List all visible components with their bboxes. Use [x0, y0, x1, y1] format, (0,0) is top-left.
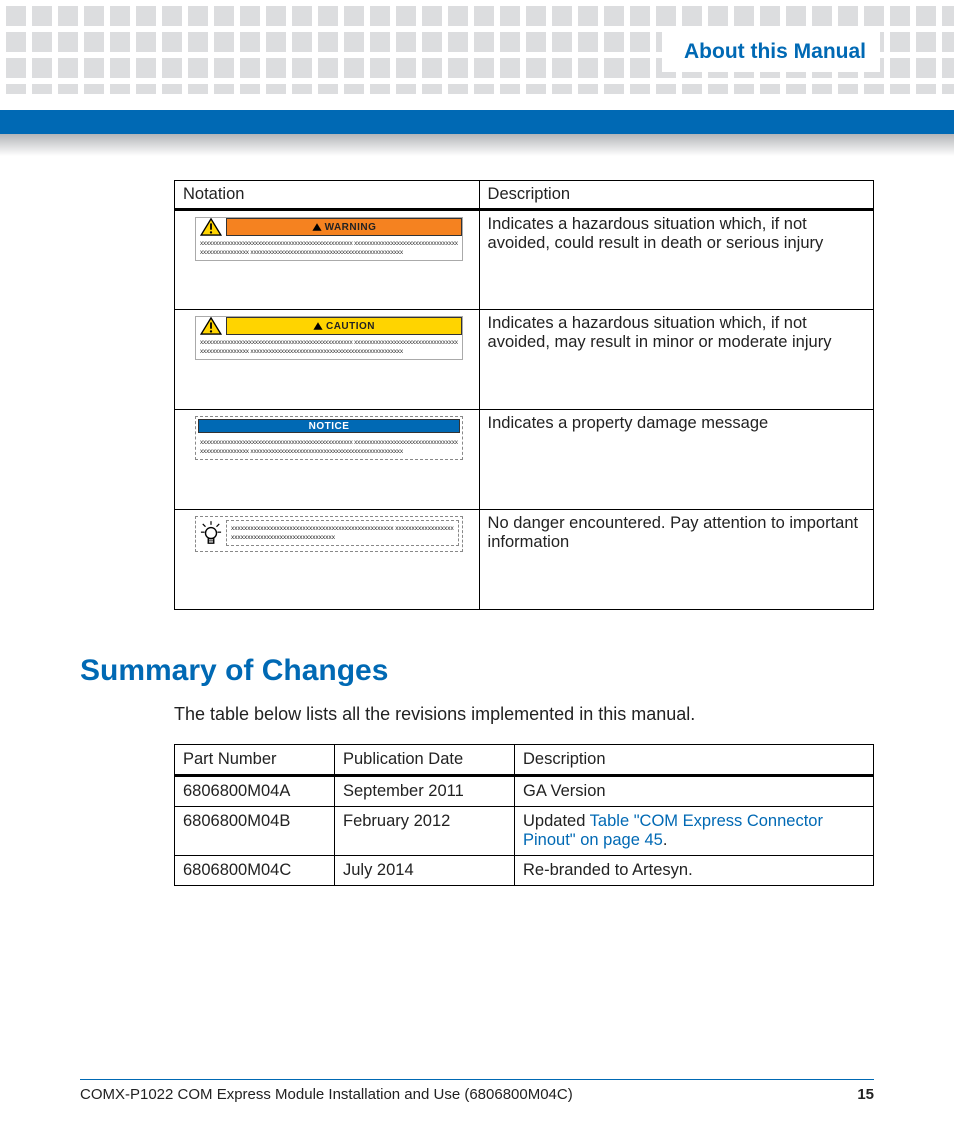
part-number: 6806800M04B	[175, 807, 335, 856]
warning-placeholder: xxxxxxxxxxxxxxxxxxxxxxxxxxxxxxxxxxxxxxxx…	[196, 236, 462, 260]
notice-label: NOTICE	[309, 421, 350, 432]
notice-placeholder: xxxxxxxxxxxxxxxxxxxxxxxxxxxxxxxxxxxxxxxx…	[196, 435, 462, 459]
header-title-wrap: About this Manual	[662, 32, 880, 72]
notice-box: NOTICE xxxxxxxxxxxxxxxxxxxxxxxxxxxxxxxxx…	[195, 416, 463, 460]
table-row: CAUTION xxxxxxxxxxxxxxxxxxxxxxxxxxxxxxxx…	[175, 310, 874, 410]
caution-label: CAUTION	[326, 321, 375, 332]
info-description: No danger encountered. Pay attention to …	[479, 510, 873, 610]
change-description: Updated Table "COM Express Connector Pin…	[515, 807, 874, 856]
warning-description: Indicates a hazardous situation which, i…	[479, 210, 873, 310]
warning-label: WARNING	[325, 222, 377, 233]
section-intro: The table below lists all the revisions …	[174, 702, 874, 726]
change-description: Re-branded to Artesyn.	[515, 856, 874, 886]
table-row: 6806800M04A September 2011 GA Version	[175, 776, 874, 807]
notation-table: Notation Description WARNING	[174, 180, 874, 610]
table-row: 6806800M04B February 2012 Updated Table …	[175, 807, 874, 856]
changes-table: Part Number Publication Date Description…	[174, 744, 874, 886]
warning-box: WARNING xxxxxxxxxxxxxxxxxxxxxxxxxxxxxxxx…	[195, 217, 463, 261]
info-box: xxxxxxxxxxxxxxxxxxxxxxxxxxxxxxxxxxxxxxxx…	[195, 516, 463, 552]
caution-placeholder: xxxxxxxxxxxxxxxxxxxxxxxxxxxxxxxxxxxxxxxx…	[196, 335, 462, 359]
notice-description: Indicates a property damage message	[479, 410, 873, 510]
warning-triangle-icon	[196, 218, 226, 236]
header-title: About this Manual	[684, 40, 866, 63]
notation-header-1: Description	[479, 181, 873, 210]
header-gradient	[0, 134, 954, 156]
changes-header-0: Part Number	[175, 745, 335, 776]
publication-date: September 2011	[335, 776, 515, 807]
table-row: 6806800M04C July 2014 Re-branded to Arte…	[175, 856, 874, 886]
info-placeholder: xxxxxxxxxxxxxxxxxxxxxxxxxxxxxxxxxxxxxxxx…	[226, 520, 459, 546]
part-number: 6806800M04A	[175, 776, 335, 807]
change-description: GA Version	[515, 776, 874, 807]
publication-date: February 2012	[335, 807, 515, 856]
publication-date: July 2014	[335, 856, 515, 886]
notation-header-0: Notation	[175, 181, 480, 210]
section-heading: Summary of Changes	[80, 654, 874, 688]
page-content: Notation Description WARNING	[80, 180, 874, 886]
caution-description: Indicates a hazardous situation which, i…	[479, 310, 873, 410]
table-row: NOTICE xxxxxxxxxxxxxxxxxxxxxxxxxxxxxxxxx…	[175, 410, 874, 510]
part-number: 6806800M04C	[175, 856, 335, 886]
lightbulb-icon	[196, 517, 226, 551]
warning-triangle-icon	[196, 317, 226, 335]
changes-header-2: Description	[515, 745, 874, 776]
changes-header-1: Publication Date	[335, 745, 515, 776]
page-footer: COMX-P1022 COM Express Module Installati…	[80, 1079, 874, 1103]
page-number: 15	[857, 1086, 874, 1103]
footer-doc-title: COMX-P1022 COM Express Module Installati…	[80, 1086, 573, 1103]
caution-box: CAUTION xxxxxxxxxxxxxxxxxxxxxxxxxxxxxxxx…	[195, 316, 463, 360]
table-row: xxxxxxxxxxxxxxxxxxxxxxxxxxxxxxxxxxxxxxxx…	[175, 510, 874, 610]
header-blue-bar	[0, 110, 954, 134]
table-row: WARNING xxxxxxxxxxxxxxxxxxxxxxxxxxxxxxxx…	[175, 210, 874, 310]
